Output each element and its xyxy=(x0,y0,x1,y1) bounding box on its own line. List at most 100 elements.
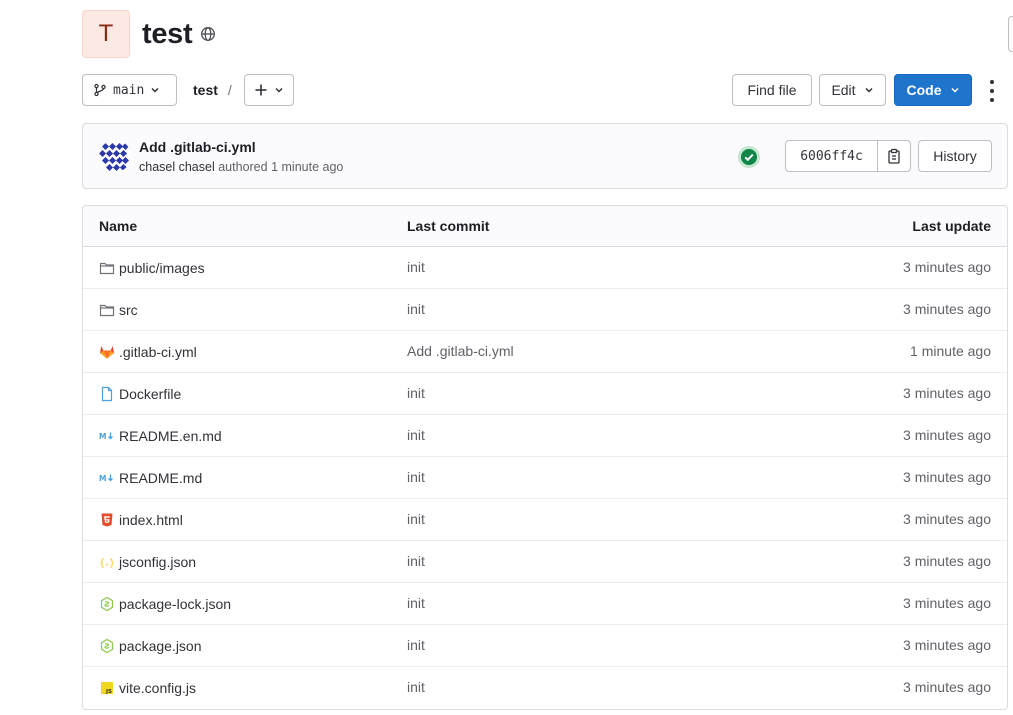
file-last-commit[interactable]: Add .gitlab-ci.yml xyxy=(407,331,514,372)
table-row: JS vite.config.js init 3 minutes ago xyxy=(83,667,1007,709)
header-name: Name xyxy=(99,218,138,234)
svg-text:JS: JS xyxy=(105,689,112,695)
notification-button-edge[interactable] xyxy=(1008,16,1013,52)
table-row: Dockerfile init 3 minutes ago xyxy=(83,373,1007,415)
header-last-update: Last update xyxy=(912,218,991,234)
file-icon xyxy=(99,386,115,402)
file-name: src xyxy=(119,302,138,318)
history-label: History xyxy=(933,148,977,164)
table-row: index.html init 3 minutes ago xyxy=(83,499,1007,541)
header-last-commit: Last commit xyxy=(407,218,490,234)
file-name: package.json xyxy=(119,638,202,654)
nodejs-icon xyxy=(99,638,115,654)
breadcrumb-project[interactable]: test xyxy=(193,82,218,98)
file-name-link[interactable]: M README.en.md xyxy=(99,415,222,457)
branch-icon xyxy=(93,83,107,97)
file-last-commit[interactable]: init xyxy=(407,583,425,624)
file-name-link[interactable]: Dockerfile xyxy=(99,373,181,415)
table-body: public/images init 3 minutes ago src init 3 m… xyxy=(83,247,1007,709)
project-title[interactable]: test xyxy=(142,18,193,51)
markdown-icon: M xyxy=(99,470,115,486)
file-last-update: 3 minutes ago xyxy=(903,427,991,443)
file-name-link[interactable]: src xyxy=(99,289,138,331)
commit-sha-group: 6006ff4c xyxy=(785,140,911,172)
branch-name: main xyxy=(113,82,145,98)
chevron-down-icon xyxy=(274,85,284,95)
file-name-link[interactable]: JS vite.config.js xyxy=(99,667,196,709)
file-name-link[interactable]: index.html xyxy=(99,499,183,541)
file-last-commit[interactable]: init xyxy=(407,373,425,414)
edit-button[interactable]: Edit xyxy=(819,74,886,106)
html5-icon xyxy=(99,512,115,528)
copy-sha-button[interactable] xyxy=(878,140,911,172)
status-success-icon[interactable] xyxy=(737,145,761,169)
commit-title[interactable]: Add .gitlab-ci.yml xyxy=(139,139,256,155)
commit-authored-label: authored xyxy=(218,160,268,174)
table-row: .gitlab-ci.yml Add .gitlab-ci.yml 1 minute… xyxy=(83,331,1007,373)
plus-icon xyxy=(254,83,268,97)
folder-icon xyxy=(99,302,115,318)
svg-text:}: } xyxy=(109,558,115,569)
file-last-update: 3 minutes ago xyxy=(903,469,991,485)
kebab-icon[interactable] xyxy=(985,80,999,102)
file-last-update: 3 minutes ago xyxy=(903,679,991,695)
file-name: index.html xyxy=(119,512,183,528)
chevron-down-icon xyxy=(150,85,160,95)
file-last-update: 3 minutes ago xyxy=(903,553,991,569)
code-button[interactable]: Code xyxy=(894,74,972,106)
project-avatar[interactable]: T xyxy=(82,10,130,58)
file-last-update: 3 minutes ago xyxy=(903,595,991,611)
json-icon: {} xyxy=(99,554,115,570)
file-last-commit[interactable]: init xyxy=(407,499,425,540)
file-last-commit[interactable]: init xyxy=(407,289,425,330)
last-commit-panel: Add .gitlab-ci.yml chasel chasel authore… xyxy=(82,123,1008,189)
file-name-link[interactable]: {} jsconfig.json xyxy=(99,541,196,583)
commit-meta: chasel chasel authored 1 minute ago xyxy=(139,160,343,174)
file-name: package-lock.json xyxy=(119,596,232,612)
svg-text:M: M xyxy=(99,474,106,483)
file-last-commit[interactable]: init xyxy=(407,415,425,456)
table-row: package-lock.json init 3 minutes ago xyxy=(83,583,1007,625)
file-last-commit[interactable]: init xyxy=(407,247,425,288)
table-row: src init 3 minutes ago xyxy=(83,289,1007,331)
project-header: T test xyxy=(82,10,216,58)
table-row: M README.en.md init 3 minutes ago xyxy=(83,415,1007,457)
file-last-commit[interactable]: init xyxy=(407,457,425,498)
file-name-link[interactable]: .gitlab-ci.yml xyxy=(99,331,197,373)
branch-selector[interactable]: main xyxy=(82,74,177,106)
markdown-icon: M xyxy=(99,428,115,444)
add-to-tree-button[interactable] xyxy=(244,74,294,106)
commit-author[interactable]: chasel chasel xyxy=(139,160,215,174)
file-name-link[interactable]: package-lock.json xyxy=(99,583,231,625)
folder-icon xyxy=(99,260,115,276)
file-last-update: 3 minutes ago xyxy=(903,259,991,275)
file-last-commit[interactable]: init xyxy=(407,541,425,582)
commit-sha[interactable]: 6006ff4c xyxy=(785,140,878,172)
javascript-icon: JS xyxy=(99,680,115,696)
file-name: README.en.md xyxy=(119,428,222,444)
file-name: README.md xyxy=(119,470,203,486)
table-row: public/images init 3 minutes ago xyxy=(83,247,1007,289)
file-name-link[interactable]: package.json xyxy=(99,625,202,667)
file-name: jsconfig.json xyxy=(119,554,197,570)
file-name: vite.config.js xyxy=(119,680,197,696)
file-name-link[interactable]: M README.md xyxy=(99,457,202,499)
code-label: Code xyxy=(906,82,942,98)
file-last-update: 3 minutes ago xyxy=(903,637,991,653)
find-file-label: Find file xyxy=(747,82,797,98)
table-header: Name Last commit Last update xyxy=(83,206,1007,247)
nodejs-icon xyxy=(99,596,115,612)
file-last-commit[interactable]: init xyxy=(407,625,425,666)
file-last-update: 3 minutes ago xyxy=(903,301,991,317)
gitlab-icon xyxy=(99,344,115,360)
file-tree-table: Name Last commit Last update public/imag… xyxy=(82,205,1008,710)
history-button[interactable]: History xyxy=(918,140,992,172)
file-name: Dockerfile xyxy=(119,386,182,402)
globe-icon xyxy=(200,26,216,42)
find-file-button[interactable]: Find file xyxy=(732,74,812,106)
table-row: M README.md init 3 minutes ago xyxy=(83,457,1007,499)
file-name-link[interactable]: public/images xyxy=(99,247,205,289)
file-last-commit[interactable]: init xyxy=(407,667,425,708)
author-avatar[interactable] xyxy=(99,140,131,172)
breadcrumb-separator: / xyxy=(227,82,232,98)
